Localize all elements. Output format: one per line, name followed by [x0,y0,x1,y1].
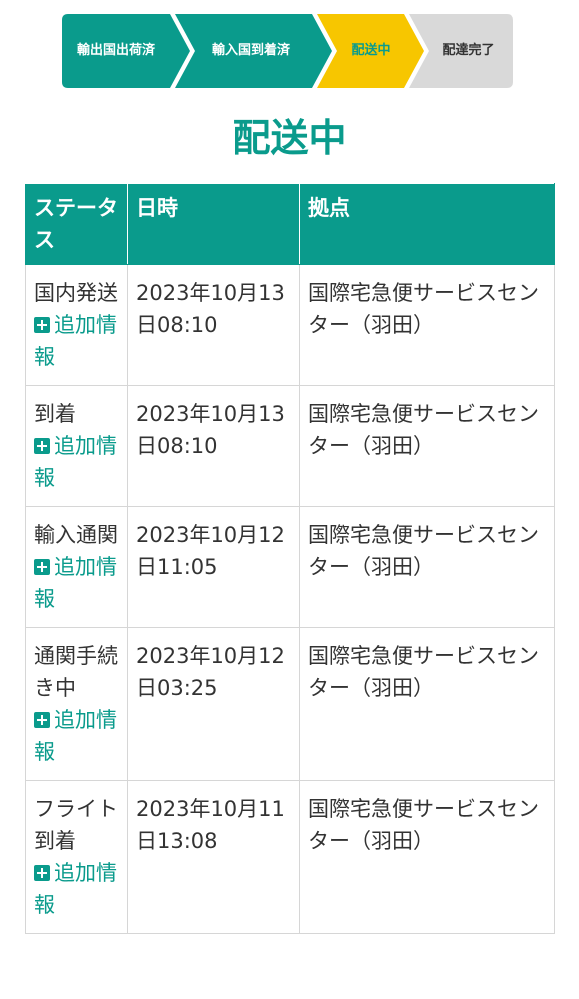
location-cell: 国際宅急便サービスセンター（羽田） [299,506,555,628]
status-text: 国内発送 [34,281,118,305]
status-text: 到着 [34,402,76,426]
status-cell: フライト到着 追加情報 [25,780,128,934]
table-row: 国内発送 追加情報 2023年10月13日08:10 国際宅急便サービスセンター… [25,264,555,386]
plus-icon [34,865,50,881]
table-header-row: ステータス 日時 拠点 [25,183,555,265]
page-title: 配送中 [232,116,347,160]
plus-icon [34,438,50,454]
datetime-cell: 2023年10月12日11:05 [127,506,300,628]
header-location: 拠点 [299,183,555,265]
status-text: 通関手続き中 [34,644,118,700]
location-cell: 国際宅急便サービスセンター（羽田） [299,264,555,386]
status-text: 輸入通関 [34,523,118,547]
plus-icon [34,712,50,728]
plus-icon [34,559,50,575]
location-cell: 国際宅急便サービスセンター（羽田） [299,385,555,507]
datetime-cell: 2023年10月13日08:10 [127,385,300,507]
status-cell: 輸入通関 追加情報 [25,506,128,628]
status-cell: 通関手続き中 追加情報 [25,627,128,781]
header-datetime: 日時 [127,183,300,265]
more-info-link[interactable]: 追加情報 [34,555,117,611]
step-label-in-delivery: 配送中 [351,43,391,58]
step-label-delivered: 配達完了 [442,43,495,58]
more-info-link[interactable]: 追加情報 [34,708,117,764]
status-cell: 到着 追加情報 [25,385,128,507]
table-row: 通関手続き中 追加情報 2023年10月12日03:25 国際宅急便サービスセン… [25,627,555,781]
table-row: 輸入通関 追加情報 2023年10月12日11:05 国際宅急便サービスセンター… [25,506,555,628]
datetime-cell: 2023年10月12日03:25 [127,627,300,781]
more-info-link[interactable]: 追加情報 [34,313,117,369]
datetime-cell: 2023年10月11日13:08 [127,780,300,934]
progress-stepper: 輸出国出荷済 輸入国到着済 配送中 配達完了 [62,14,513,88]
table-row: フライト到着 追加情報 2023年10月11日13:08 国際宅急便サービスセン… [25,780,555,934]
status-cell: 国内発送 追加情報 [25,264,128,386]
more-info-link[interactable]: 追加情報 [34,861,117,917]
status-text: フライト到着 [34,797,118,853]
tracking-table-container: ステータス 日時 拠点 国内発送 追加情報 2023年10月13日08:10 国… [25,183,555,934]
tracking-table: ステータス 日時 拠点 国内発送 追加情報 2023年10月13日08:10 国… [25,183,555,934]
plus-icon [34,317,50,333]
header-status: ステータス [25,183,128,265]
step-label-arrived: 輸入国到着済 [211,43,290,58]
location-cell: 国際宅急便サービスセンター（羽田） [299,627,555,781]
datetime-cell: 2023年10月13日08:10 [127,264,300,386]
step-label-shipped: 輸出国出荷済 [76,43,155,58]
location-cell: 国際宅急便サービスセンター（羽田） [299,780,555,934]
table-row: 到着 追加情報 2023年10月13日08:10 国際宅急便サービスセンター（羽… [25,385,555,507]
more-info-link[interactable]: 追加情報 [34,434,117,490]
